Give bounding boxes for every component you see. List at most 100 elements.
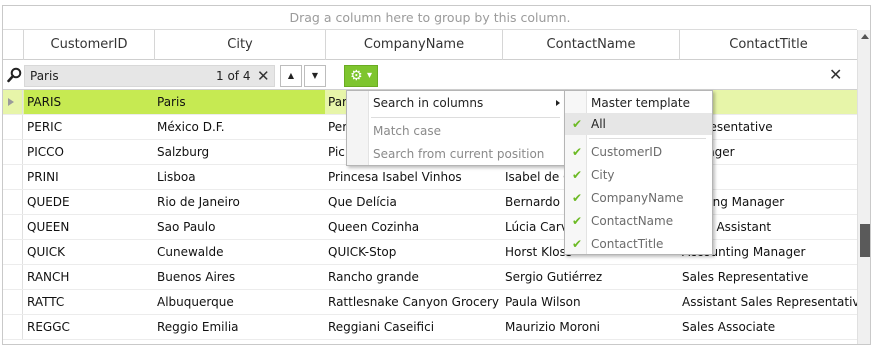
submenu-item-label: CompanyName xyxy=(591,191,684,205)
table-row[interactable]: REGGC Reggio Emilia Reggiani Caseifici M… xyxy=(3,315,857,340)
search-in-columns-submenu: Master template ✔ All ✔ CustomerID ✔ City ✔… xyxy=(564,90,713,255)
table-row[interactable]: QUICK Cunewalde QUICK-Stop Horst Kloss A… xyxy=(3,240,857,265)
arrow-down-icon: ▼ xyxy=(311,71,319,80)
cell-companyname[interactable]: Reggiani Caseifici xyxy=(325,315,502,339)
submenu-item-companyname[interactable]: ✔ CompanyName xyxy=(565,187,712,209)
row-indicator-cell xyxy=(3,190,23,214)
submenu-item-city[interactable]: ✔ City xyxy=(565,164,712,186)
submenu-item-customerid[interactable]: ✔ CustomerID xyxy=(565,141,712,163)
arrow-up-icon: ▲ xyxy=(287,71,295,80)
column-header-contactname[interactable]: ContactName xyxy=(502,30,679,60)
menu-item-search-in-columns[interactable]: Search in columns xyxy=(373,92,483,114)
search-result-count: 1 of 4 xyxy=(216,69,251,83)
cell-city[interactable]: Cunewalde xyxy=(154,240,325,264)
submenu-item-contactname[interactable]: ✔ ContactName xyxy=(565,210,712,232)
checkmark-icon: ✔ xyxy=(572,191,583,205)
table-row[interactable]: PRINI Lisboa Princesa Isabel Vinhos Isab… xyxy=(3,165,857,190)
cell-city[interactable]: Paris xyxy=(154,90,325,114)
row-indicator-cell xyxy=(3,140,23,164)
column-header-customerid[interactable]: CustomerID xyxy=(23,30,154,60)
row-indicator-cell xyxy=(3,290,23,314)
cell-contactname[interactable]: Maurizio Moroni xyxy=(502,315,679,339)
cell-contactname[interactable]: Sergio Gutiérrez xyxy=(502,265,679,289)
scrollbar-thumb[interactable] xyxy=(860,224,870,257)
cell-customerid[interactable]: REGGC xyxy=(24,315,154,339)
submenu-item-label: ContactTitle xyxy=(591,237,664,251)
search-input[interactable]: Paris 1 of 4 ✕ xyxy=(24,65,275,87)
cell-city[interactable]: Rio de Janeiro xyxy=(154,190,325,214)
cell-contacttitle[interactable]: Sales Representative xyxy=(679,265,857,289)
scroll-up-arrow-icon[interactable] xyxy=(861,34,869,39)
cell-customerid[interactable]: RANCH xyxy=(24,265,154,289)
clear-search-icon[interactable]: ✕ xyxy=(257,66,270,86)
cell-contactname[interactable]: Paula Wilson xyxy=(502,290,679,314)
submenu-arrow-icon xyxy=(556,100,560,106)
cell-companyname[interactable]: QUICK-Stop xyxy=(325,240,502,264)
checkmark-icon: ✔ xyxy=(572,214,583,228)
submenu-item-label: ContactName xyxy=(591,214,674,228)
cell-city[interactable]: Salzburg xyxy=(154,140,325,164)
cell-city[interactable]: Reggio Emilia xyxy=(154,315,325,339)
submenu-separator xyxy=(589,138,706,139)
cell-customerid[interactable]: PARIS xyxy=(24,90,154,114)
cell-companyname[interactable]: Queen Cozinha xyxy=(325,215,502,239)
table-row[interactable]: RANCH Buenos Aires Rancho grande Sergio … xyxy=(3,265,857,290)
row-indicator-cell xyxy=(3,215,23,239)
checkmark-icon: ✔ xyxy=(572,145,583,159)
search-settings-menu: Search in columns Match case Search from… xyxy=(346,90,565,166)
search-settings-button[interactable]: ⚙ ▾ xyxy=(344,65,378,87)
menu-item-search-from-current-position[interactable]: Search from current position xyxy=(373,143,544,165)
cell-customerid[interactable]: QUEDE xyxy=(24,190,154,214)
submenu-item-master-template[interactable]: Master template xyxy=(565,92,712,114)
cell-customerid[interactable]: RATTC xyxy=(24,290,154,314)
grid-view: Drag a column here to group by this colu… xyxy=(2,5,871,345)
column-header-row: CustomerID City CompanyName ContactName … xyxy=(3,30,857,60)
menu-gutter xyxy=(347,91,369,165)
cell-customerid[interactable]: QUICK xyxy=(24,240,154,264)
cell-city[interactable]: Buenos Aires xyxy=(154,265,325,289)
checkmark-icon: ✔ xyxy=(572,117,583,131)
chevron-down-icon: ▾ xyxy=(367,70,373,81)
cell-companyname[interactable]: Rattlesnake Canyon Grocery xyxy=(325,290,502,314)
column-header-companyname[interactable]: CompanyName xyxy=(325,30,502,60)
table-row[interactable]: QUEEN Sao Paulo Queen Cozinha Lúcia Carv… xyxy=(3,215,857,240)
cell-contacttitle[interactable]: Assistant Sales Representative xyxy=(679,290,857,314)
cell-city[interactable]: Sao Paulo xyxy=(154,215,325,239)
cell-companyname[interactable]: Que Delícia xyxy=(325,190,502,214)
search-query: Paris xyxy=(30,69,59,83)
cell-city[interactable]: Lisboa xyxy=(154,165,325,189)
column-header-city[interactable]: City xyxy=(154,30,325,60)
header-indicator-cell xyxy=(3,30,23,60)
gear-icon: ⚙ xyxy=(350,68,363,84)
submenu-item-contacttitle[interactable]: ✔ ContactTitle xyxy=(565,233,712,255)
cell-contacttitle[interactable]: Sales Associate xyxy=(679,315,857,339)
cell-companyname[interactable]: Princesa Isabel Vinhos xyxy=(325,165,502,189)
previous-match-button[interactable]: ▲ xyxy=(280,65,302,87)
close-search-icon[interactable]: ✕ xyxy=(829,64,842,86)
cell-city[interactable]: México D.F. xyxy=(154,115,325,139)
row-indicator-cell xyxy=(3,165,23,189)
checkmark-icon: ✔ xyxy=(572,168,583,182)
search-icon xyxy=(7,66,23,84)
submenu-item-label: City xyxy=(591,168,615,182)
submenu-item-all[interactable]: ✔ All xyxy=(565,113,712,135)
row-indicator-cell xyxy=(3,315,23,339)
next-match-button[interactable]: ▼ xyxy=(304,65,326,87)
table-row[interactable]: QUEDE Rio de Janeiro Que Delícia Bernard… xyxy=(3,190,857,215)
group-panel[interactable]: Drag a column here to group by this colu… xyxy=(3,6,857,30)
cell-customerid[interactable]: PICCO xyxy=(24,140,154,164)
column-header-contacttitle[interactable]: ContactTitle xyxy=(679,30,857,60)
submenu-item-label: Master template xyxy=(591,96,690,110)
cell-companyname[interactable]: Rancho grande xyxy=(325,265,502,289)
cell-customerid[interactable]: PERIC xyxy=(24,115,154,139)
row-indicator-cell xyxy=(3,115,23,139)
row-indicator-cell xyxy=(3,240,23,264)
menu-separator xyxy=(371,117,560,118)
cell-city[interactable]: Albuquerque xyxy=(154,290,325,314)
table-row[interactable]: RATTC Albuquerque Rattlesnake Canyon Gro… xyxy=(3,290,857,315)
menu-item-match-case[interactable]: Match case xyxy=(373,120,441,142)
cell-customerid[interactable]: QUEEN xyxy=(24,215,154,239)
search-row: Paris 1 of 4 ✕ ▲ ▼ ⚙ ▾ ✕ xyxy=(3,61,857,90)
cell-customerid[interactable]: PRINI xyxy=(24,165,154,189)
vertical-scrollbar[interactable] xyxy=(857,30,870,344)
